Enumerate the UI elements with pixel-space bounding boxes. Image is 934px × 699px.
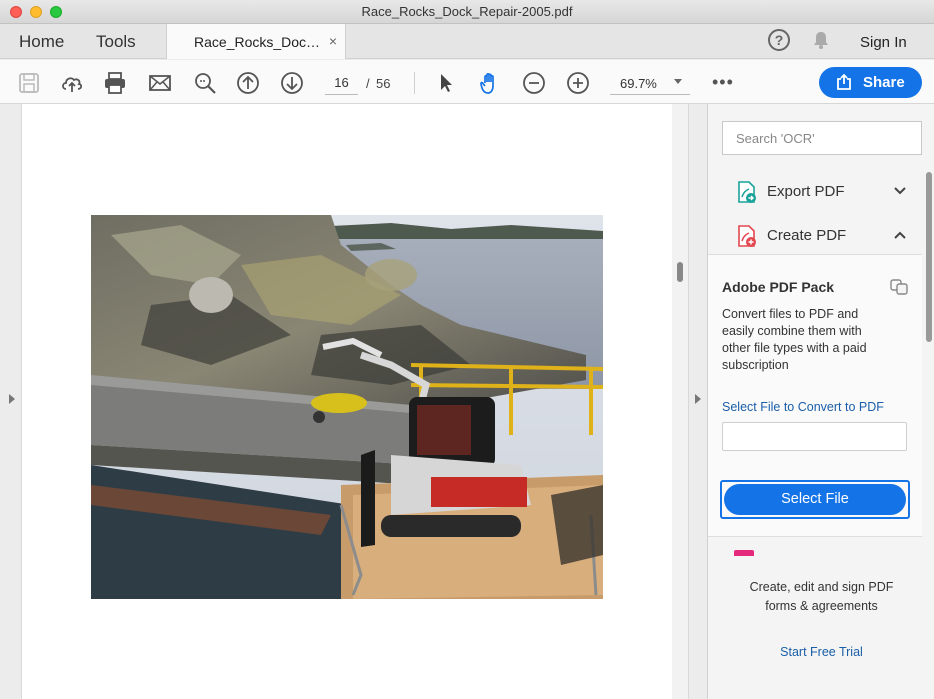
- expand-left-panel-icon[interactable]: [9, 394, 15, 404]
- email-icon[interactable]: [148, 71, 172, 95]
- page-up-icon[interactable]: [236, 71, 260, 95]
- dock-repair-photo: [91, 215, 603, 599]
- sign-in-button[interactable]: Sign In: [860, 34, 907, 51]
- tab-bar: Home Tools Race_Rocks_Doc… × ? Sign In: [0, 24, 934, 59]
- total-pages: 56: [376, 76, 391, 91]
- tool-label: Create PDF: [767, 227, 847, 244]
- pack-description: Convert files to PDF and easily combine …: [722, 307, 867, 372]
- tool-label: Export PDF: [767, 183, 845, 200]
- pack-info-icon[interactable]: [890, 279, 908, 295]
- document-area: [0, 104, 707, 699]
- share-button[interactable]: Share: [819, 67, 922, 98]
- more-options-icon[interactable]: •••: [712, 72, 734, 93]
- tab-tools[interactable]: Tools: [96, 32, 136, 52]
- select-file-link[interactable]: Select File to Convert to PDF: [722, 400, 884, 414]
- document-tab-label: Race_Rocks_Doc…: [194, 34, 321, 50]
- collapse-right-panel-icon[interactable]: [695, 394, 701, 404]
- file-path-field[interactable]: [722, 422, 907, 451]
- tools-search-input[interactable]: [722, 121, 922, 155]
- upload-cloud-icon[interactable]: [60, 71, 84, 95]
- chevron-down-icon: [894, 187, 906, 195]
- page-separator: /: [366, 76, 370, 91]
- zoom-dropdown[interactable]: 69.7%: [610, 71, 690, 95]
- document-scroll-thumb[interactable]: [677, 262, 683, 282]
- window-title: Race_Rocks_Dock_Repair-2005.pdf: [361, 4, 573, 19]
- zoom-out-icon[interactable]: [522, 71, 546, 95]
- next-tool-icon-edge: [734, 550, 754, 556]
- print-icon[interactable]: [103, 71, 127, 95]
- pdf-page: [22, 104, 672, 699]
- chevron-down-icon: [674, 79, 682, 84]
- close-tab-icon[interactable]: ×: [329, 33, 337, 49]
- promo-text: Create, edit and sign PDF forms & agreem…: [708, 578, 934, 616]
- chevron-up-icon: [894, 231, 906, 239]
- tab-document[interactable]: Race_Rocks_Doc… ×: [166, 24, 346, 59]
- save-icon[interactable]: [17, 71, 41, 95]
- tab-home[interactable]: Home: [19, 32, 64, 52]
- zoom-in-icon[interactable]: [566, 71, 590, 95]
- toolbar: / 56 69.7% ••• Share: [0, 60, 934, 104]
- current-page-input[interactable]: [325, 71, 358, 95]
- tools-pane: Export PDF Create PDF Adobe PDF Pack Con…: [707, 104, 934, 699]
- tool-create-pdf[interactable]: Create PDF: [722, 216, 915, 256]
- right-panel-strip: [688, 104, 707, 699]
- page-down-icon[interactable]: [280, 71, 304, 95]
- zoom-value: 69.7%: [620, 76, 657, 91]
- promo-text-line: forms & agreements: [765, 599, 878, 613]
- toolbar-divider: [414, 72, 415, 94]
- share-label: Share: [863, 74, 905, 91]
- pane-scrollbar[interactable]: [926, 172, 932, 342]
- tool-export-pdf[interactable]: Export PDF: [722, 172, 915, 212]
- export-pdf-icon: [738, 181, 756, 203]
- left-panel-strip: [0, 104, 22, 699]
- select-arrow-icon[interactable]: [434, 71, 458, 95]
- title-bar: Race_Rocks_Dock_Repair-2005.pdf: [0, 0, 934, 24]
- start-free-trial-link[interactable]: Start Free Trial: [708, 645, 934, 659]
- document-scrollbar[interactable]: [672, 104, 688, 699]
- select-file-button[interactable]: Select File: [724, 484, 906, 515]
- create-pdf-icon: [738, 225, 756, 247]
- hand-tool-icon[interactable]: [478, 71, 502, 95]
- share-icon: [837, 73, 851, 90]
- bell-icon[interactable]: [810, 29, 832, 51]
- pack-title: Adobe PDF Pack: [722, 279, 835, 295]
- help-icon[interactable]: ?: [768, 29, 790, 51]
- zoom-search-icon[interactable]: [193, 71, 217, 95]
- promo-text-line: Create, edit and sign PDF: [749, 580, 894, 594]
- pdf-pack-card: Adobe PDF Pack Convert files to PDF and …: [708, 254, 922, 537]
- select-file-focus-ring: Select File: [720, 480, 910, 519]
